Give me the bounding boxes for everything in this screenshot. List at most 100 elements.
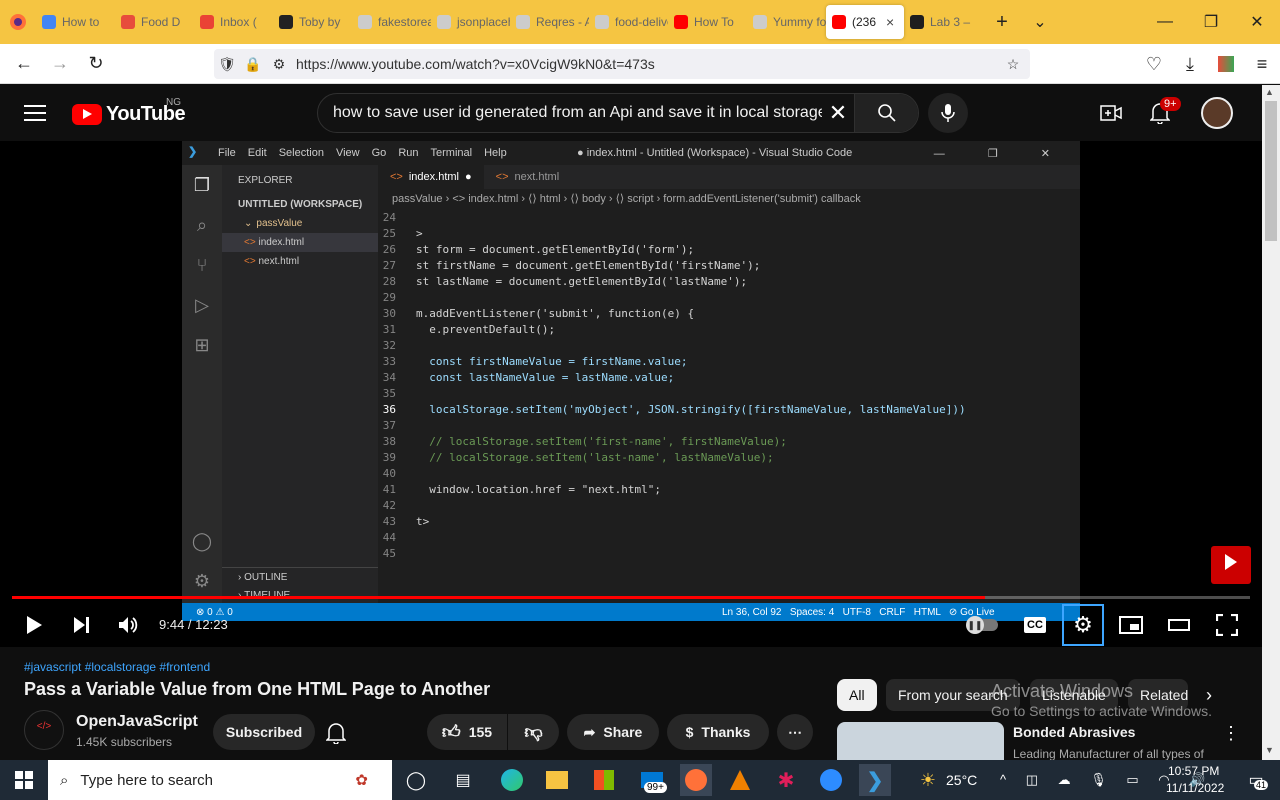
browser-tab[interactable]: Reqres - A bbox=[510, 5, 589, 39]
weather-temp[interactable]: 25°C bbox=[946, 772, 977, 788]
lock-icon[interactable]: 🔒 bbox=[240, 56, 266, 73]
permissions-icon[interactable]: ⚙ bbox=[266, 56, 292, 73]
volume-button[interactable] bbox=[113, 609, 145, 641]
clear-search-icon[interactable]: ✕ bbox=[822, 100, 854, 126]
vscode-icon[interactable]: ❯ bbox=[859, 764, 891, 796]
browser-tab[interactable]: How To bbox=[668, 5, 747, 39]
clock-date[interactable]: 11/11/2022 bbox=[1166, 781, 1224, 795]
bell-icon[interactable] bbox=[325, 722, 347, 749]
forward-button[interactable]: → bbox=[42, 46, 78, 82]
recommendation-title[interactable]: Bonded Abrasives bbox=[1013, 724, 1135, 740]
zoom-icon[interactable] bbox=[815, 764, 847, 796]
browser-tab[interactable]: Yummy fo bbox=[747, 5, 826, 39]
browser-tab[interactable]: food-delive bbox=[589, 5, 668, 39]
notification-center-icon[interactable]: ▭ 41 bbox=[1240, 764, 1272, 796]
thanks-button[interactable]: $ Thanks bbox=[667, 714, 769, 750]
clock-time[interactable]: 10:57 PM bbox=[1168, 764, 1219, 778]
fullscreen-button[interactable] bbox=[1211, 609, 1243, 641]
code-line: 34 const lastNameValue = lastName.value; bbox=[382, 370, 675, 384]
settings-gear-button[interactable]: ⚙ bbox=[1062, 604, 1104, 646]
slack-icon[interactable]: ✱ bbox=[770, 764, 802, 796]
video-player[interactable]: ❯ File Edit Selection View Go Run Terminal Help… bbox=[0, 141, 1262, 647]
downloads-icon[interactable]: ⤓ bbox=[1172, 46, 1208, 82]
more-actions-button[interactable]: ⋯ bbox=[777, 714, 813, 750]
scrollbar-thumb[interactable] bbox=[1265, 101, 1277, 241]
reload-button[interactable]: ↻ bbox=[78, 46, 114, 82]
app-menu-icon[interactable]: ≡ bbox=[1244, 46, 1280, 82]
bookmark-star-icon[interactable]: ☆ bbox=[1000, 56, 1026, 73]
create-video-icon[interactable] bbox=[1099, 101, 1123, 125]
shield-icon[interactable]: 🛡 bbox=[214, 56, 240, 73]
mail-icon[interactable]: 99+ bbox=[636, 764, 668, 796]
vlc-icon[interactable] bbox=[724, 764, 756, 796]
browser-tab[interactable]: Food D bbox=[115, 5, 194, 39]
progress-bar[interactable] bbox=[12, 596, 1250, 599]
firefox-icon[interactable] bbox=[680, 764, 712, 796]
recommendation-thumbnail[interactable] bbox=[837, 722, 1004, 760]
autoplay-toggle[interactable]: ❚❚ bbox=[966, 609, 1000, 641]
browser-tab[interactable]: jsonplaceh bbox=[431, 5, 510, 39]
firefox-menu-icon[interactable] bbox=[0, 0, 36, 44]
vscode-menu-item: Selection bbox=[278, 147, 324, 159]
windows-start-icon[interactable] bbox=[8, 764, 40, 796]
share-button[interactable]: ➦ Share bbox=[567, 714, 659, 750]
recommendation-menu-icon[interactable]: ⋮ bbox=[1222, 723, 1240, 744]
task-view-icon[interactable]: ◯ bbox=[400, 764, 432, 796]
back-button[interactable]: ← bbox=[6, 46, 42, 82]
tab-youtube-active[interactable]: (236 × bbox=[826, 5, 904, 39]
outline-section: › OUTLINE bbox=[222, 567, 378, 586]
subscribed-button[interactable]: Subscribed bbox=[213, 714, 315, 750]
search-input[interactable]: how to save user id generated from an Ap… bbox=[318, 104, 822, 122]
extension-icon[interactable] bbox=[1208, 46, 1244, 82]
close-window-button[interactable]: ✕ bbox=[1234, 0, 1280, 44]
next-button[interactable] bbox=[66, 609, 98, 641]
tab-lab3[interactable]: Lab 3 – bbox=[904, 5, 984, 39]
taskbar-search-box[interactable]: ⌕ Type here to search ✿ bbox=[48, 760, 392, 800]
folder-item: ⌄ passValue bbox=[244, 218, 303, 229]
page-scrollbar[interactable]: ▲ ▼ bbox=[1262, 85, 1280, 760]
captions-button[interactable]: CC bbox=[1019, 609, 1051, 641]
miniplayer-button[interactable] bbox=[1115, 609, 1147, 641]
chip-all[interactable]: All bbox=[837, 679, 877, 711]
browser-tab[interactable]: How to bbox=[36, 5, 115, 39]
weather-icon[interactable]: ☀ bbox=[912, 764, 944, 796]
dislike-button[interactable]: 👎︎ bbox=[508, 714, 559, 750]
theater-mode-button[interactable] bbox=[1163, 609, 1195, 641]
maximize-button[interactable]: ❐ bbox=[1188, 0, 1234, 44]
browser-tab[interactable]: Toby by bbox=[273, 5, 352, 39]
pocket-icon[interactable]: ♡ bbox=[1136, 46, 1172, 82]
subscribe-watermark-icon[interactable] bbox=[1211, 546, 1251, 584]
guide-menu-icon[interactable] bbox=[24, 105, 46, 121]
tab-close-icon[interactable]: × bbox=[886, 14, 894, 30]
new-tab-button[interactable]: + bbox=[984, 0, 1020, 44]
browser-tab[interactable]: Inbox ( bbox=[194, 5, 273, 39]
explorer-icon: ❐ bbox=[193, 174, 211, 195]
code-line: 35 bbox=[382, 386, 396, 400]
code-line: 40 bbox=[382, 466, 396, 480]
vscode-menu-item: Run bbox=[398, 147, 419, 159]
browser-tab[interactable]: fakestoreap bbox=[352, 5, 431, 39]
search-button[interactable] bbox=[854, 94, 918, 132]
channel-name[interactable]: OpenJavaScript bbox=[76, 713, 198, 731]
video-hashtags[interactable]: #javascript #localstorage #frontend bbox=[24, 660, 210, 674]
voice-search-button[interactable] bbox=[928, 93, 968, 133]
vscode-logo-icon: ❯ bbox=[188, 146, 198, 158]
minimize-button[interactable]: — bbox=[1142, 0, 1188, 44]
search-box[interactable]: how to save user id generated from an Ap… bbox=[317, 93, 919, 133]
tab-favicon-icon bbox=[595, 15, 609, 29]
url-text[interactable]: https://www.youtube.com/watch?v=x0VcigW9… bbox=[292, 56, 1000, 72]
channel-avatar[interactable]: </> bbox=[24, 710, 64, 750]
edge-icon[interactable] bbox=[496, 764, 528, 796]
store-icon[interactable] bbox=[588, 764, 620, 796]
like-button[interactable]: 👍︎ 155 bbox=[427, 714, 507, 750]
widgets-icon[interactable]: ▤ bbox=[447, 764, 479, 796]
play-button[interactable] bbox=[18, 609, 50, 641]
account-avatar[interactable] bbox=[1201, 97, 1233, 129]
figma-favicon-icon bbox=[910, 15, 924, 29]
url-bar[interactable]: 🛡 🔒 ⚙ https://www.youtube.com/watch?v=x0… bbox=[214, 49, 1030, 79]
vscode-menu-item: Edit bbox=[247, 147, 267, 159]
youtube-logo[interactable]: YouTube NG bbox=[72, 97, 186, 126]
file-explorer-icon[interactable] bbox=[541, 764, 573, 796]
list-all-tabs-icon[interactable]: ⌄ bbox=[1020, 0, 1060, 44]
vscode-menu-item: Go bbox=[371, 147, 387, 159]
